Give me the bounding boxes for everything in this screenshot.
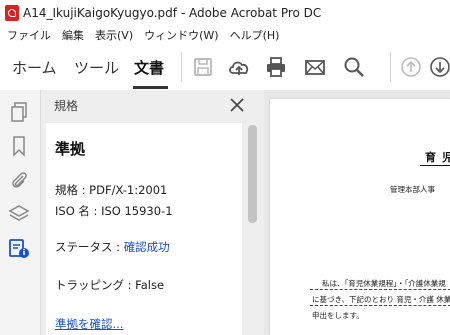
- window-title: A14_IkujiKaigoKyugyo.pdf - Adobe Acrobat…: [23, 5, 322, 20]
- panel-content: 準拠 規格 : PDF/X-1:2001 ISO 名 : ISO 15930-1…: [46, 123, 242, 335]
- active-tab-indicator: [133, 86, 168, 89]
- panel-title: 規格: [54, 99, 79, 113]
- menu-help[interactable]: ヘルプ(H): [230, 27, 280, 43]
- pdf-page: 育児 管理本部人事 私は、「育児休業規程」・「介護休業規 に基づき、下記のとおり…: [270, 99, 450, 335]
- tab-document[interactable]: 文書: [134, 57, 164, 78]
- document-paragraph-3: 申出をします。: [312, 311, 364, 320]
- print-icon[interactable]: [263, 54, 289, 80]
- toolbar-divider-2: [390, 52, 391, 82]
- attachment-icon[interactable]: [7, 168, 31, 192]
- status-info: ステータス : 確認成功: [55, 239, 170, 255]
- panel-scrollbar-thumb[interactable]: [248, 125, 257, 223]
- bookmark-icon[interactable]: [7, 134, 31, 158]
- status-value: 確認成功: [123, 240, 170, 254]
- document-paragraph-2: に基づき、下記のとおり 育児・介護 休業: [312, 295, 450, 304]
- standards-panel: 規格 準拠 規格 : PDF/X-1:2001 ISO 名 : ISO 1593…: [41, 90, 264, 335]
- email-icon[interactable]: [302, 54, 328, 80]
- menu-view[interactable]: 表示(V): [95, 27, 133, 43]
- toolbar-divider: [181, 52, 182, 82]
- dashed-line: [310, 289, 450, 290]
- iso-name-info: ISO 名 : ISO 15930-1: [55, 204, 173, 218]
- verify-compliance-link[interactable]: 準拠を確認...: [55, 316, 123, 332]
- document-paragraph-1: 私は、「育児休業規程」・「介護休業規: [322, 279, 446, 288]
- dashed-line: [310, 305, 450, 306]
- close-icon[interactable]: [227, 95, 247, 115]
- compliance-heading: 準拠: [55, 140, 86, 158]
- menu-file[interactable]: ファイル: [7, 27, 51, 43]
- standards-icon[interactable]: [7, 236, 31, 260]
- upload-cloud-icon[interactable]: [226, 54, 252, 80]
- navigation-rail: [0, 90, 41, 335]
- title-underline: [420, 165, 450, 166]
- document-viewport[interactable]: 育児 管理本部人事 私は、「育児休業規程」・「介護休業規 に基づき、下記のとおり…: [264, 90, 450, 335]
- menu-bar: ファイル 編集 表示(V) ウィンドウ(W) ヘルプ(H): [0, 25, 450, 44]
- trapping-info: トラッピング : False: [55, 278, 165, 292]
- title-bar: A14_IkujiKaigoKyugyo.pdf - Adobe Acrobat…: [0, 0, 450, 25]
- acrobat-logo-icon: [5, 4, 19, 21]
- search-icon[interactable]: [341, 54, 367, 80]
- tab-home[interactable]: ホーム: [12, 57, 57, 78]
- menu-window[interactable]: ウィンドウ(W): [144, 27, 218, 43]
- page-down-icon[interactable]: [427, 54, 450, 80]
- document-department: 管理本部人事: [390, 185, 435, 194]
- page-up-icon[interactable]: [398, 54, 424, 80]
- document-title: 育児: [425, 151, 450, 164]
- tab-tools[interactable]: ツール: [74, 57, 119, 78]
- main-toolbar: ホーム ツール 文書: [0, 44, 450, 91]
- pages-icon[interactable]: [7, 100, 31, 124]
- standard-info: 規格 : PDF/X-1:2001: [55, 183, 168, 197]
- layers-icon[interactable]: [7, 202, 31, 226]
- status-label: ステータス :: [55, 240, 124, 254]
- panel-header: 規格: [41, 90, 264, 122]
- menu-edit[interactable]: 編集: [62, 27, 84, 43]
- save-icon[interactable]: [190, 54, 216, 80]
